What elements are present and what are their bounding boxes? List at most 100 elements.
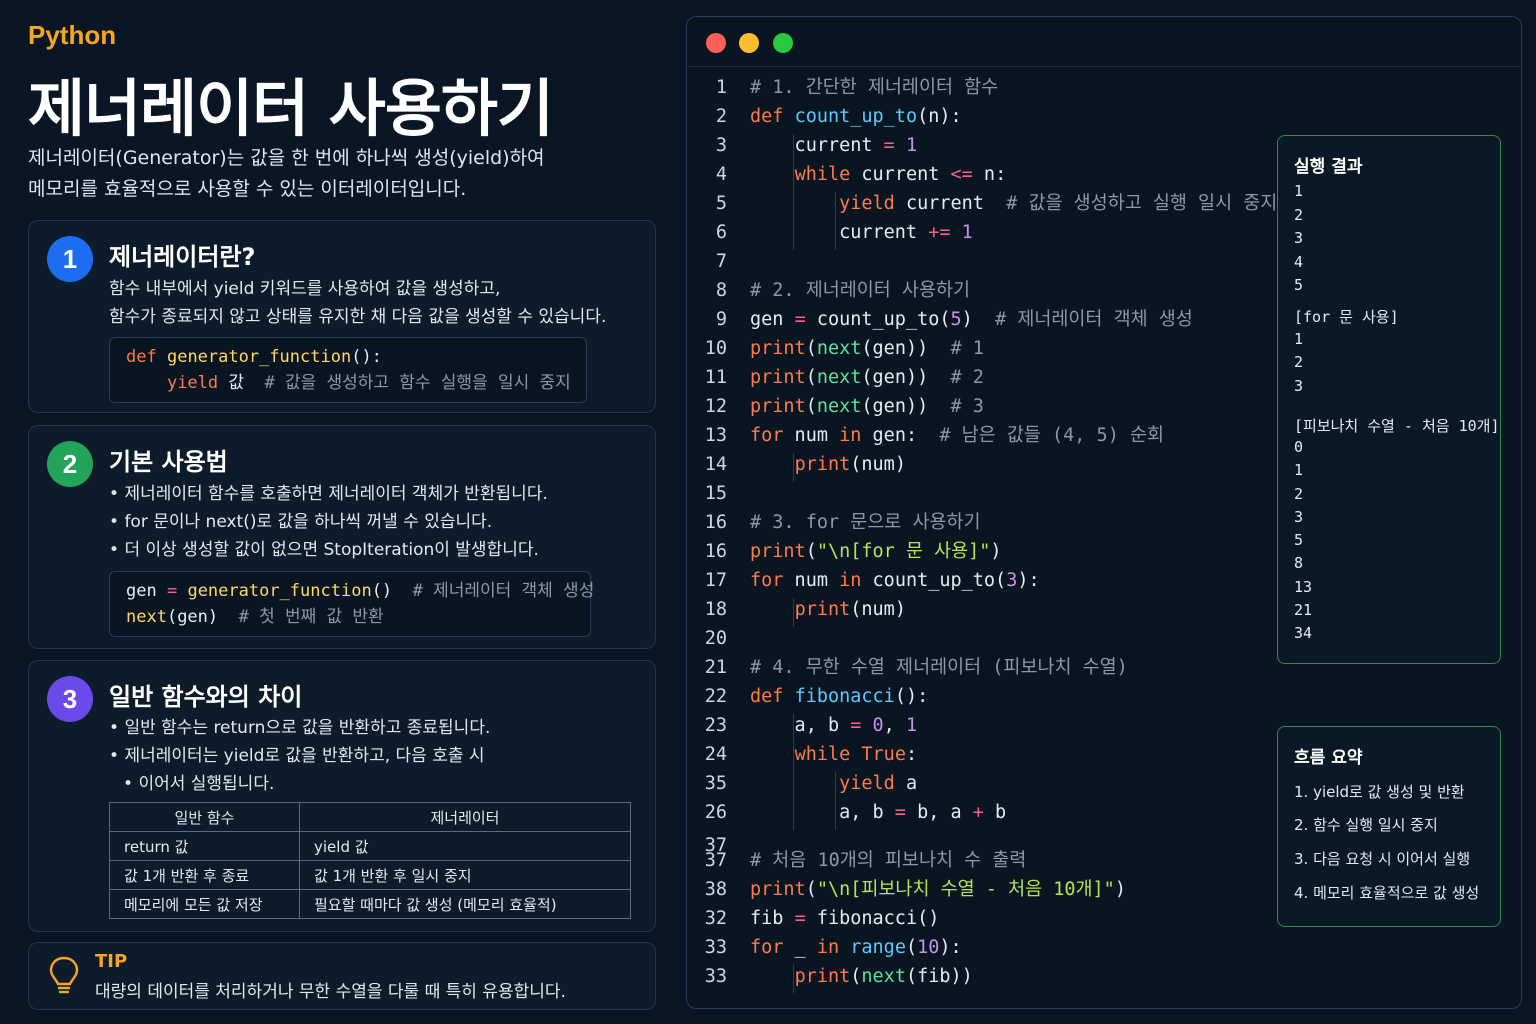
table-row: 값 1개 반환 후 종료 값 1개 반환 후 일시 중지 [109,860,631,890]
table-cell: 값 1개 반환 후 종료 [109,860,300,890]
close-window-button[interactable] [706,33,726,53]
line-number: 15 [704,483,727,504]
line-number: 33 [704,966,727,987]
line-number: 4 [715,164,727,185]
output-line: 13 [1294,578,1313,596]
line-number: 9 [715,309,727,330]
line-number: 5 [715,193,727,214]
intro-text: 제너레이터(Generator)는 값을 한 번에 하나씩 생성(yield)하… [28,143,628,205]
output-line: 5 [1294,276,1304,294]
code-line: 32 fib = fibonacci() [687,904,1287,933]
code-line: 20 [687,624,1287,653]
output-line: [피보나치 수열 - 처음 10개] [1294,417,1500,435]
bullet-item: 일반 함수는 return으로 값을 반환하고 종료됩니다. [109,714,490,742]
card-description: 함수 내부에서 yield 키워드를 사용하여 값을 생성하고, 함수가 종료되… [109,275,606,331]
window-titlebar [687,17,1521,67]
summary-item: 3. 다음 요청 시 이어서 실행 [1294,850,1471,868]
bullet-continuation: 이어서 실행됩니다. [138,774,275,794]
line-number: 18 [704,599,727,620]
code-line: 15 [687,479,1287,508]
bullet-list: 일반 함수는 return으로 값을 반환하고 종료됩니다. 제너레이터는 yi… [109,714,490,798]
maximize-window-button[interactable] [773,33,793,53]
code-line: 10 print(next(gen)) # 1 [687,334,1287,363]
line-number: 35 [704,773,727,794]
code-line: 33 for _ in range(10): [687,933,1287,962]
code-line: 7 [687,247,1287,276]
column-header: 제너레이터 [299,802,631,832]
output-line: 5 [1294,531,1304,549]
line-number: 6 [715,222,727,243]
code-line: 24 while True: [687,740,1287,769]
table-row: 메모리에 모든 값 저장 필요할 때마다 값 생성 (메모리 효율적) [109,889,631,919]
code-snippet: def generator_function(): yield 값 # 값을 생… [109,337,587,403]
line-number: 21 [704,657,727,678]
output-line: 1 [1294,461,1304,479]
line-number: 23 [704,715,727,736]
line-number: 7 [715,251,727,272]
code-line: 5 yield current # 값을 생성하고 실행 일시 중지 [687,189,1287,218]
code-line: 16 # 3. for 문으로 사용하기 [687,508,1287,537]
table-cell: return 값 [109,831,300,861]
output-line: 1 [1294,182,1304,200]
line-number: 3 [715,135,727,156]
step-badge: 2 [47,441,93,487]
summary-item: 4. 메모리 효율적으로 값 생성 [1294,884,1480,902]
summary-item: 2. 함수 실행 일시 중지 [1294,816,1438,834]
code-line: 13 for num in gen: # 남은 값들 (4, 5) 순회 [687,421,1287,450]
line-number: 10 [704,338,727,359]
line-number: 22 [704,686,727,707]
line-number: 32 [704,908,727,929]
bullet-item: 제너레이터 함수를 호출하면 제너레이터 객체가 반환됩니다. [109,480,547,508]
intro-line: 메모리를 효율적으로 사용할 수 있는 이터레이터입니다. [28,178,467,200]
line-number: 37 [704,850,727,871]
code-snippet: gen = generator_function() # 제너레이터 객체 생성… [109,571,594,637]
code-line: 26 a, b = b, a + b [687,798,1287,827]
code-line: 12 print(next(gen)) # 3 [687,392,1287,421]
output-line: 2 [1294,206,1304,224]
panel-title: 흐름 요약 [1294,748,1363,768]
code-line: 8 # 2. 제너레이터 사용하기 [687,276,1287,305]
panel-title: 실행 결과 [1294,157,1363,177]
code-line: 37 [687,827,1287,856]
card-basic-usage: 2 기본 사용법 제너레이터 함수를 호출하면 제너레이터 객체가 반환됩니다.… [28,425,656,649]
bullet-item: for 문이나 next()로 값을 하나씩 꺼낼 수 있습니다. [109,508,548,536]
description-line: 함수가 종료되지 않고 상태를 유지한 채 다음 값을 생성할 수 있습니다. [109,307,607,327]
table-row: return 값 yield 값 [109,831,631,861]
line-number: 13 [704,425,727,446]
line-number: 2 [715,106,727,127]
flow-summary-panel: 흐름 요약 1. yield로 값 생성 및 반환 2. 함수 실행 일시 중지… [1277,726,1501,927]
line-number: 8 [715,280,727,301]
tip-box: TIP 대량의 데이터를 처리하거나 무한 수열을 다룰 때 특히 유용합니다. [28,942,656,1010]
line-number: 14 [704,454,727,475]
step-badge: 1 [47,236,93,282]
bullet-item: 제너레이터는 yield로 값을 반환하고, 다음 호출 시 [109,742,490,770]
code-line: 14 print(num) [687,450,1287,479]
bullet-list: 제너레이터 함수를 호출하면 제너레이터 객체가 반환됩니다. for 문이나 … [109,480,548,564]
line-number: 12 [704,396,727,417]
table-cell: 값 1개 반환 후 일시 중지 [299,860,631,890]
code-line: 22 def fibonacci(): [687,682,1287,711]
code-line: 3 current = 1 [687,131,1287,160]
line-number: 1 [715,77,727,98]
code-line: 38 print("\n[피보나치 수열 - 처음 10개]") [687,875,1287,904]
code-editor-window: 1 # 1. 간단한 제너레이터 함수 2 def count_up_to(n): … [686,16,1522,1009]
comparison-table: 일반 함수 제너레이터 return 값 yield 값 값 1개 반환 후 종… [109,802,631,919]
card-title: 기본 사용법 [109,448,228,476]
page-title: 제너레이터 사용하기 [28,72,554,145]
intro-line: 제너레이터(Generator)는 값을 한 번에 하나씩 생성(yield)하… [28,147,545,169]
code-line: 2 def count_up_to(n): [687,102,1287,131]
line-number: 20 [704,628,727,649]
code-area[interactable]: 1 # 1. 간단한 제너레이터 함수 2 def count_up_to(n): … [687,73,1287,991]
code-line: 21 # 4. 무한 수열 제너레이터 (피보나치 수열) [687,653,1287,682]
code-line: 18 print(num) [687,595,1287,624]
code-line: 4 while current <= n: [687,160,1287,189]
code-line: 1 # 1. 간단한 제너레이터 함수 [687,73,1287,102]
column-header: 일반 함수 [109,802,300,832]
output-line: 34 [1294,624,1313,642]
code-line: 11 print(next(gen)) # 2 [687,363,1287,392]
card-difference: 3 일반 함수와의 차이 일반 함수는 return으로 값을 반환하고 종료됩… [28,660,656,932]
output-panel: 실행 결과 1 2 3 4 5 [for 문 사용] 1 2 3 [피보나치 수열 - 처음 10… [1277,135,1501,664]
output-line: 2 [1294,353,1304,371]
tip-title: TIP [95,951,128,972]
minimize-window-button[interactable] [739,33,759,53]
